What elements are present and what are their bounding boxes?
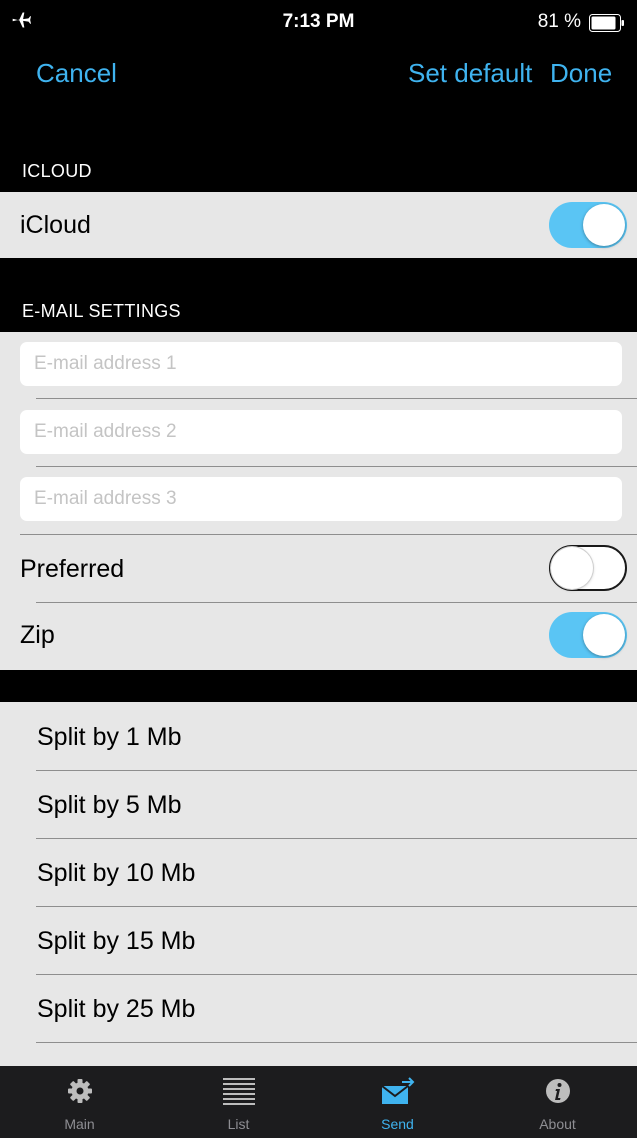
list-icon: [222, 1078, 255, 1105]
tab-main[interactable]: Main: [0, 1066, 159, 1138]
gear-icon: [67, 1079, 92, 1103]
preferred-label: Preferred: [20, 555, 125, 583]
info-icon: [545, 1079, 570, 1103]
toggle-knob: [583, 614, 625, 656]
battery-percent: 81 %: [537, 11, 581, 32]
tab-about[interactable]: About: [478, 1066, 637, 1138]
split-option[interactable]: Split by 15 Mb: [0, 907, 637, 975]
battery-icon: [589, 14, 624, 32]
tab-bar: Main List Send About: [0, 1066, 637, 1138]
separator: [36, 1042, 637, 1043]
zip-label: Zip: [20, 621, 55, 649]
tab-main-label: Main: [64, 1116, 95, 1132]
tab-about-label: About: [539, 1116, 576, 1132]
set-default-button[interactable]: Set default: [408, 58, 532, 89]
email-section-title: E-MAIL SETTINGS: [22, 301, 181, 321]
navigation-bar: Cancel Set default Done: [0, 44, 637, 104]
zip-toggle[interactable]: [549, 612, 627, 658]
email-address-3-input[interactable]: [20, 477, 622, 521]
split-option-label: Split by 15 Mb: [37, 927, 196, 955]
preferred-toggle[interactable]: [549, 545, 627, 591]
status-bar: 7:13 PM 81 %: [0, 0, 637, 44]
tab-send[interactable]: Send: [318, 1066, 477, 1138]
split-option[interactable]: Split by 25 Mb: [0, 975, 637, 1043]
icloud-toggle[interactable]: [549, 202, 627, 248]
email-address-1-input[interactable]: [20, 342, 622, 386]
split-option-label: Split by 1 Mb: [37, 723, 182, 751]
split-options-list: Split by 1 Mb Split by 5 Mb Split by 10 …: [0, 702, 637, 1066]
icloud-label: iCloud: [20, 211, 91, 239]
icloud-section-header: ICLOUD: [0, 104, 637, 192]
icloud-row: iCloud: [0, 192, 637, 258]
email-section-header: E-MAIL SETTINGS: [0, 258, 637, 332]
tab-send-label: Send: [381, 1116, 414, 1132]
split-option-label: Split by 25 Mb: [37, 995, 196, 1023]
split-option[interactable]: Split by 10 Mb: [0, 839, 637, 907]
split-option-label: Split by 5 Mb: [37, 791, 182, 819]
preferred-row: Preferred: [0, 535, 637, 602]
tab-list-label: List: [227, 1116, 250, 1132]
zip-row: Zip: [0, 603, 637, 670]
done-button[interactable]: Done: [550, 58, 612, 89]
email-settings-group: Preferred Zip: [0, 332, 637, 670]
settings-screen: 7:13 PM 81 % Cancel Set default Done ICL…: [0, 0, 637, 1138]
split-option-label: Split by 10 Mb: [37, 859, 196, 887]
toggle-knob: [551, 547, 593, 589]
tab-list[interactable]: List: [159, 1066, 318, 1138]
toggle-knob: [583, 204, 625, 246]
email-address-2-input[interactable]: [20, 410, 622, 454]
send-mail-icon: [380, 1077, 414, 1104]
separator: [36, 466, 637, 467]
icloud-section-title: ICLOUD: [22, 161, 92, 181]
icloud-group: iCloud: [0, 192, 637, 258]
split-option[interactable]: Split by 1 Mb: [0, 702, 637, 770]
separator: [36, 398, 637, 399]
cancel-button[interactable]: Cancel: [36, 58, 117, 89]
split-option[interactable]: Split by 5 Mb: [0, 771, 637, 839]
